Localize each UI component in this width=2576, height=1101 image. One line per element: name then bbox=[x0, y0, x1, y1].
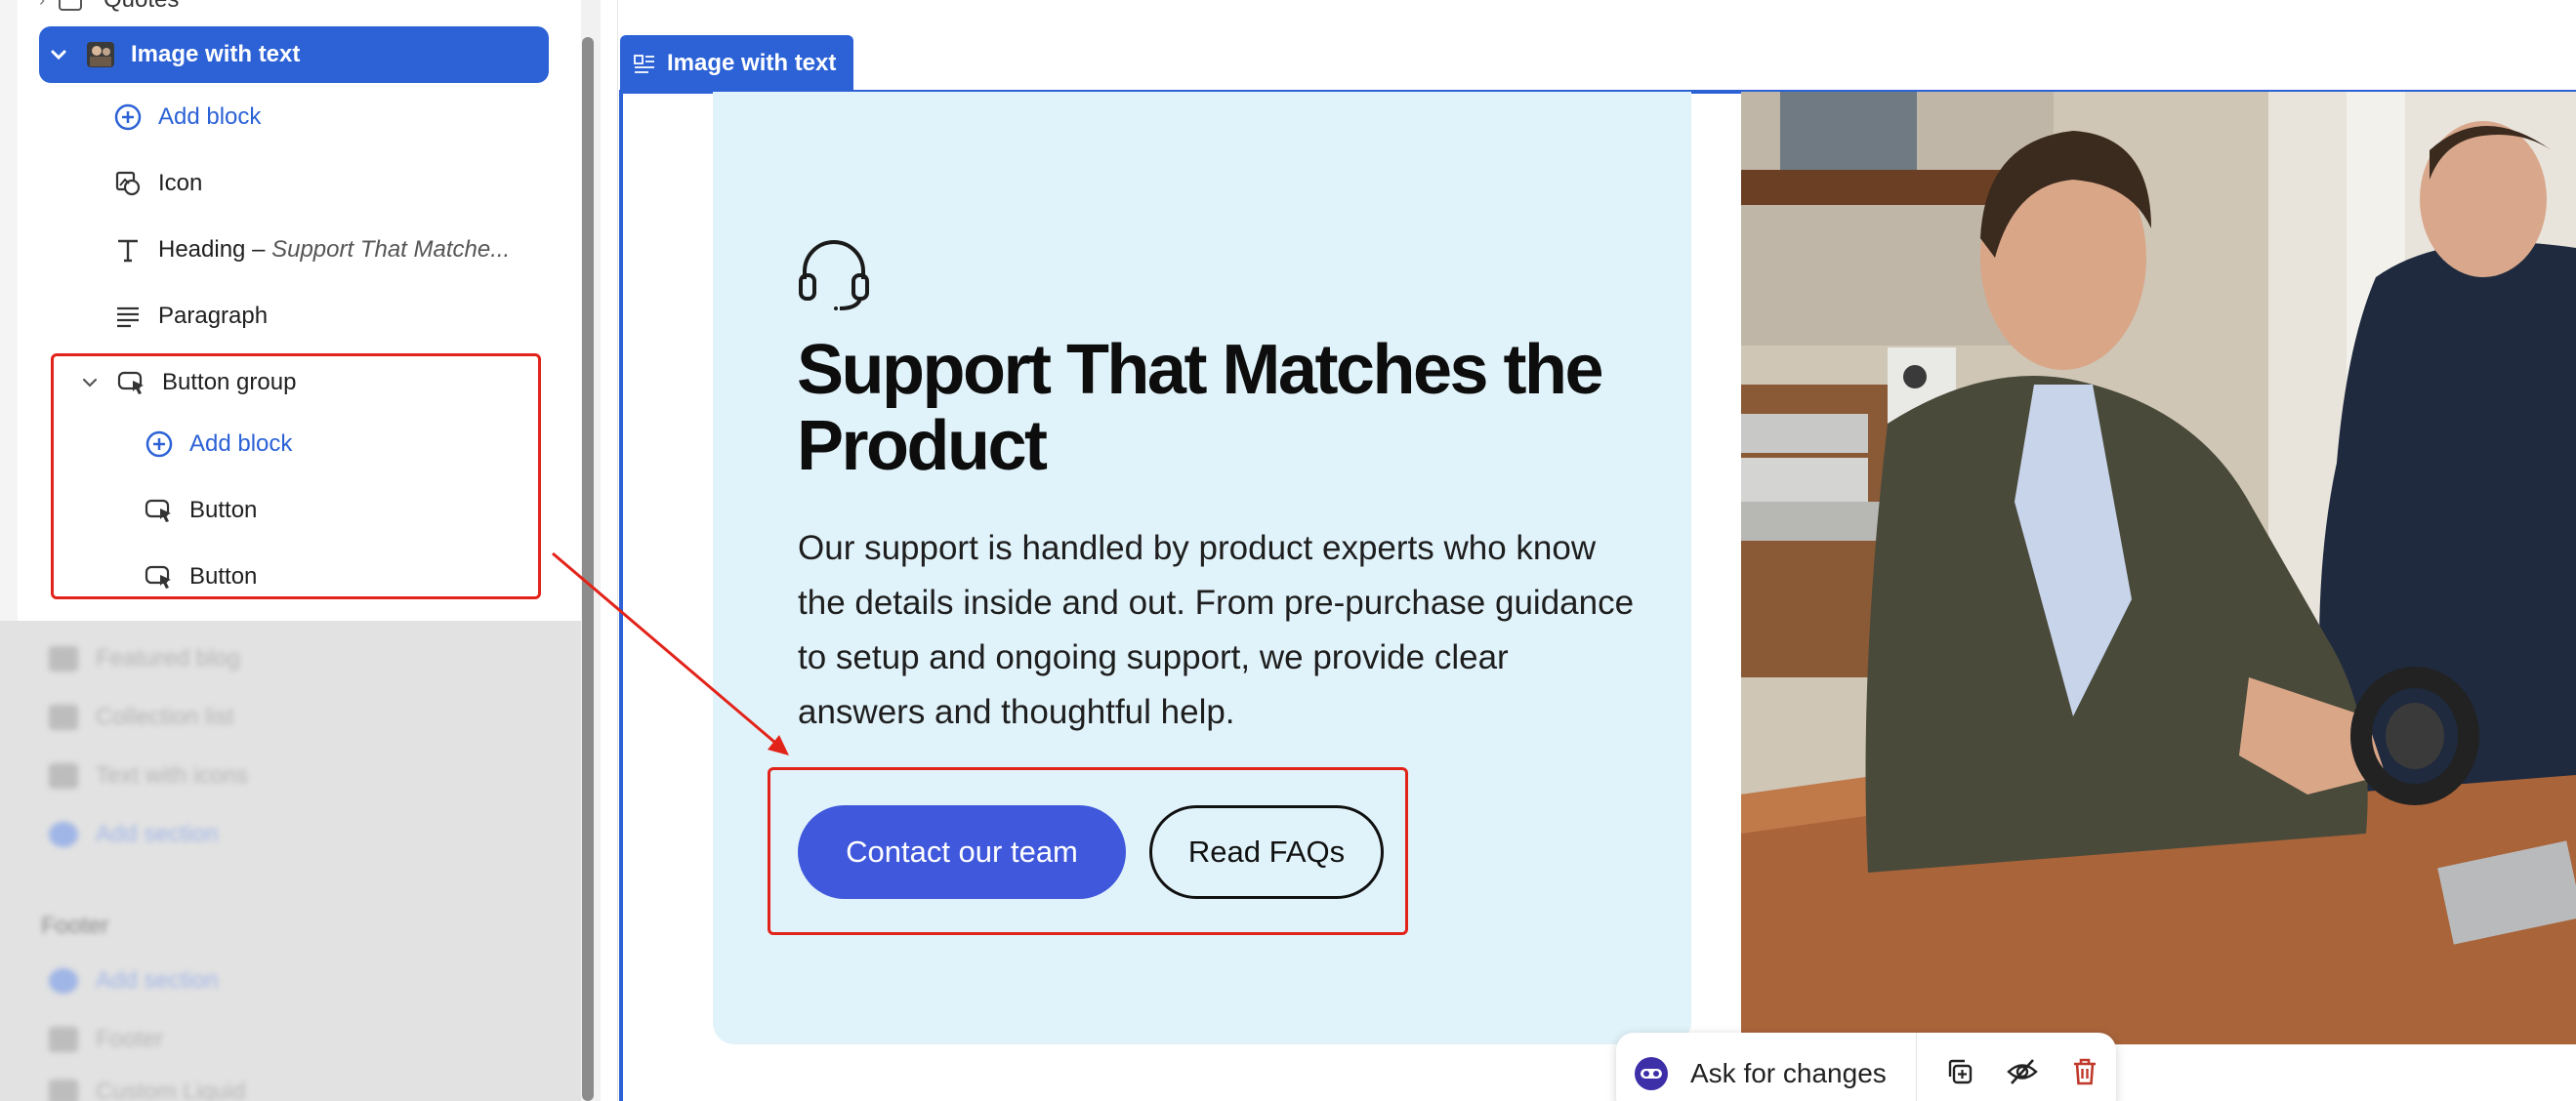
section-icon bbox=[49, 1027, 78, 1052]
blurred-item: Text with icons bbox=[49, 759, 248, 793]
plus-circle-icon bbox=[113, 102, 143, 132]
section-icon bbox=[49, 705, 78, 730]
blurred-item: Footer bbox=[49, 1023, 163, 1056]
sidebar-item-quotes[interactable]: › Quotes bbox=[39, 0, 179, 14]
headset-icon[interactable] bbox=[797, 240, 871, 310]
chevron-right-icon: › bbox=[39, 0, 45, 11]
blurred-label: Add section bbox=[96, 821, 219, 847]
plus-circle-icon bbox=[49, 822, 78, 847]
icon-block-icon bbox=[113, 169, 143, 198]
sidebar-scroll-thumb[interactable] bbox=[582, 37, 594, 1101]
section-tag[interactable]: Image with text bbox=[620, 35, 854, 91]
highlight-box-button-group bbox=[51, 353, 541, 599]
assistant-avatar-icon bbox=[1634, 1056, 1669, 1091]
duplicate-icon bbox=[1945, 1057, 1974, 1091]
image-thumbnail-icon bbox=[86, 40, 115, 69]
section-paragraph[interactable]: Our support is handled by product expert… bbox=[798, 521, 1638, 740]
blurred-label: Featured blog bbox=[96, 645, 241, 672]
highlight-box-buttons bbox=[768, 767, 1408, 935]
image-with-text-icon bbox=[634, 53, 655, 74]
section-image[interactable] bbox=[1741, 92, 2576, 1044]
sidebar-item-label: Add block bbox=[158, 103, 262, 130]
trash-icon bbox=[2071, 1057, 2098, 1091]
text-t-icon bbox=[113, 235, 143, 265]
delete-button[interactable] bbox=[2054, 1042, 2116, 1101]
sidebar-item-separator: – bbox=[245, 236, 272, 263]
sidebar-item-image-with-text[interactable]: Image with text bbox=[39, 26, 549, 83]
sidebar-item-sublabel: Support That Matche... bbox=[271, 236, 511, 263]
sidebar-item-label: Image with text bbox=[131, 41, 301, 67]
sidebar-item-label: Quotes bbox=[104, 0, 179, 14]
sidebar-item-heading[interactable]: Heading – Support That Matche... bbox=[39, 222, 550, 278]
blurred-label: Collection list bbox=[96, 704, 234, 730]
blurred-label: Footer bbox=[41, 913, 109, 939]
sidebar-item-label: Paragraph bbox=[158, 303, 269, 329]
blurred-label: Add section bbox=[96, 967, 219, 994]
blurred-item: Custom Liquid bbox=[49, 1076, 245, 1101]
section-icon bbox=[49, 646, 78, 672]
blurred-sidebar-region: Featured blog Collection list Text with … bbox=[0, 621, 581, 1101]
section-icon bbox=[49, 763, 78, 789]
sidebar-item-label: Heading bbox=[158, 236, 246, 263]
add-block-link[interactable]: Add block bbox=[39, 89, 550, 145]
sidebar-item-paragraph[interactable]: Paragraph bbox=[39, 288, 550, 345]
ask-for-changes-button[interactable]: Ask for changes bbox=[1634, 1033, 1917, 1101]
blurred-item: Featured blog bbox=[49, 642, 240, 675]
blurred-item: Collection list bbox=[49, 701, 233, 734]
eye-off-icon bbox=[2007, 1057, 2038, 1091]
preview-gutter bbox=[601, 0, 618, 1101]
blurred-group-title: Footer bbox=[41, 910, 108, 943]
sidebar-item-label: Icon bbox=[158, 170, 203, 196]
paragraph-lines-icon bbox=[113, 302, 143, 331]
blurred-label: Custom Liquid bbox=[96, 1079, 246, 1101]
section-icon bbox=[59, 0, 82, 11]
ask-for-changes-label: Ask for changes bbox=[1690, 1058, 1887, 1088]
duplicate-button[interactable] bbox=[1929, 1042, 1991, 1101]
blurred-item: Add section bbox=[49, 818, 218, 851]
chevron-down-icon bbox=[47, 43, 70, 66]
section-heading[interactable]: Support That Matches the Product bbox=[797, 332, 1656, 484]
blurred-label: Text with icons bbox=[96, 762, 249, 789]
preview-canvas: Image with text Support That Matches the… bbox=[601, 0, 2576, 1101]
plus-circle-icon bbox=[49, 968, 78, 994]
sidebar: › Quotes Image with text Add block Icon … bbox=[0, 0, 601, 1101]
section-icon bbox=[49, 1080, 78, 1101]
section-tag-label: Image with text bbox=[667, 49, 837, 76]
section-toolbar: Ask for changes bbox=[1616, 1033, 2116, 1101]
blurred-item: Add section bbox=[49, 964, 218, 998]
hide-button[interactable] bbox=[1991, 1042, 2054, 1101]
blurred-label: Footer bbox=[96, 1026, 164, 1052]
sidebar-item-icon[interactable]: Icon bbox=[39, 155, 550, 212]
